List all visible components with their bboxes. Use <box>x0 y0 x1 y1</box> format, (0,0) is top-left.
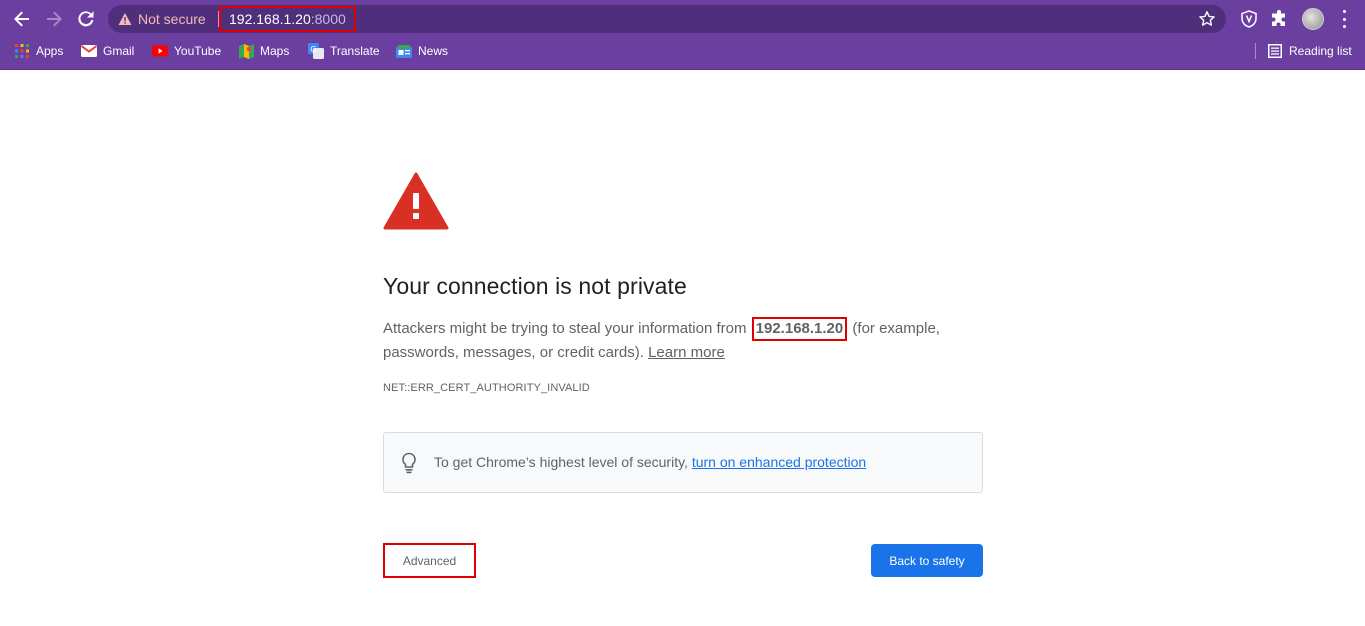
bookmark-label: Maps <box>260 44 290 58</box>
explanation-before: Attackers might be trying to steal your … <box>383 320 751 337</box>
bookmark-label: Apps <box>36 44 64 58</box>
error-code: NET::ERR_CERT_AUTHORITY_INVALID <box>383 382 590 394</box>
url-text[interactable]: 192.168.1.20:8000 <box>219 6 356 32</box>
reload-icon[interactable] <box>74 7 98 31</box>
maps-icon <box>238 43 254 59</box>
bookmarks-bar: Apps Gmail YouTube Maps G Translate News <box>0 38 1365 64</box>
bookmark-label: Translate <box>330 44 380 58</box>
security-chip[interactable]: Not secure <box>118 5 206 33</box>
youtube-icon <box>152 43 168 59</box>
bookmarks-divider <box>1255 43 1256 59</box>
page-content: Your connection is not private Attackers… <box>0 70 1365 626</box>
profile-avatar[interactable] <box>1302 8 1324 30</box>
news-icon <box>396 43 412 59</box>
bookmark-label: YouTube <box>174 44 222 58</box>
learn-more-link[interactable]: Learn more <box>648 344 725 361</box>
bookmark-maps[interactable]: Maps <box>238 41 289 61</box>
bookmark-news[interactable]: News <box>396 41 448 61</box>
bookmark-translate[interactable]: G Translate <box>308 41 380 61</box>
tip-label: To get Chrome’s highest level of securit… <box>434 454 692 470</box>
url-host: 192.168.1.20 <box>229 11 311 27</box>
warning-triangle-icon <box>118 13 132 25</box>
browser-toolbar: Not secure 192.168.1.20:8000 <box>0 0 1365 38</box>
explanation-paragraph: Attackers might be trying to steal your … <box>383 317 983 365</box>
bookmark-youtube[interactable]: YouTube <box>152 41 221 61</box>
address-bar[interactable]: Not secure 192.168.1.20:8000 <box>108 5 1226 33</box>
reading-list-label: Reading list <box>1289 44 1352 58</box>
apps-grid-icon <box>14 43 30 59</box>
bookmark-apps[interactable]: Apps <box>14 41 63 61</box>
bookmark-gmail[interactable]: Gmail <box>81 41 134 61</box>
host-name: 192.168.1.20 <box>751 317 848 341</box>
kebab-menu-icon[interactable] <box>1337 10 1351 28</box>
enhanced-protection-link[interactable]: turn on enhanced protection <box>692 454 866 470</box>
page-title: Your connection is not private <box>383 273 687 299</box>
reading-list-button[interactable]: Reading list <box>1267 41 1352 61</box>
svg-text:G: G <box>310 45 316 54</box>
reading-list-icon <box>1267 43 1283 59</box>
bookmark-label: Gmail <box>103 44 135 58</box>
back-arrow-icon[interactable] <box>10 7 34 31</box>
shield-extension-icon[interactable] <box>1239 9 1259 29</box>
gmail-icon <box>81 43 97 59</box>
tip-text: To get Chrome’s highest level of securit… <box>434 454 866 470</box>
advanced-button[interactable]: Advanced <box>383 543 476 578</box>
url-port: :8000 <box>310 11 346 27</box>
extensions-puzzle-icon[interactable] <box>1269 9 1289 29</box>
bookmark-star-icon[interactable] <box>1198 10 1216 28</box>
enhanced-protection-tip: To get Chrome’s highest level of securit… <box>383 432 983 493</box>
warning-triangle-icon <box>383 172 449 230</box>
forward-arrow-icon[interactable] <box>42 7 66 31</box>
back-to-safety-button[interactable]: Back to safety <box>871 544 983 577</box>
bookmark-label: News <box>418 44 449 58</box>
security-chip-label: Not secure <box>138 11 206 27</box>
browser-chrome: Not secure 192.168.1.20:8000 Apps Gmail… <box>0 0 1365 70</box>
lightbulb-icon <box>402 452 416 474</box>
translate-icon: G <box>308 43 324 59</box>
